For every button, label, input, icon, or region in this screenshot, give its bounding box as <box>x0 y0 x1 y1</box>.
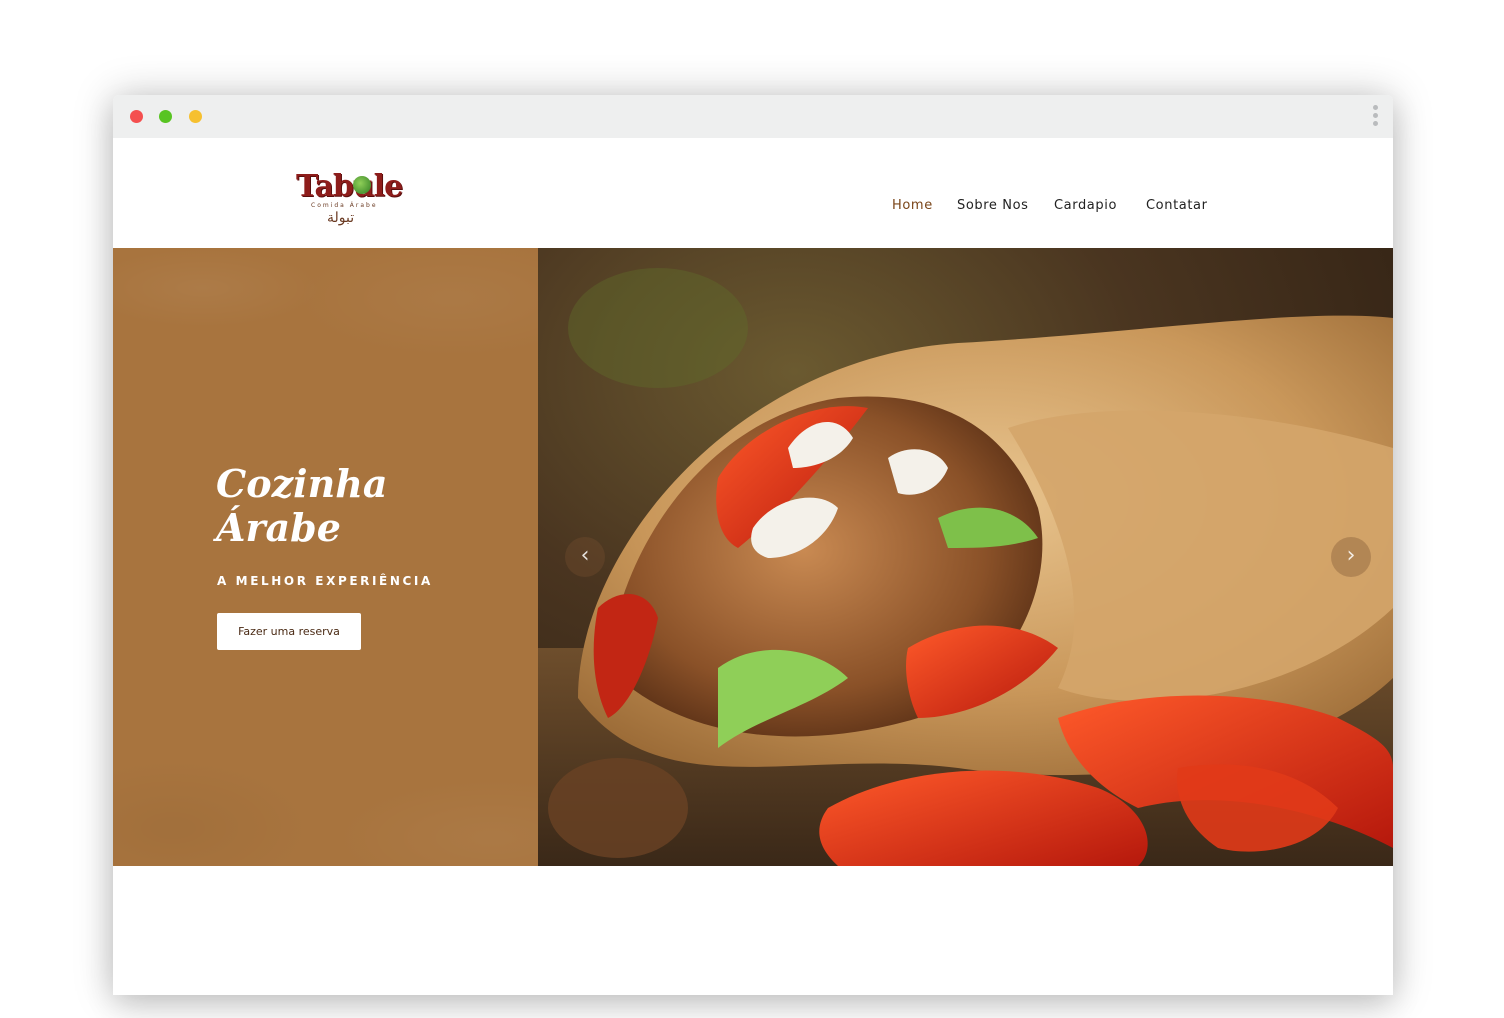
browser-window: Tabule Comida Árabe تبولة Home Sobre Nos… <box>113 95 1393 995</box>
browser-titlebar <box>113 95 1393 138</box>
logo-wordmark: Tabule <box>296 169 403 204</box>
minimize-window-button[interactable] <box>189 110 202 123</box>
carousel-next-button[interactable]: › <box>1331 537 1371 577</box>
shawarma-illustration <box>538 248 1393 866</box>
hero-section: Cozinha Árabe A MELHOR EXPERIÊNCIA Fazer… <box>113 248 1393 866</box>
hero-title: Cozinha Árabe <box>216 461 388 550</box>
reservation-button[interactable]: Fazer uma reserva <box>217 613 361 650</box>
hero-text-panel: Cozinha Árabe A MELHOR EXPERIÊNCIA Fazer… <box>113 248 538 866</box>
logo-leaf-icon <box>353 176 371 194</box>
nav-item-cardapio[interactable]: Cardapio <box>1054 195 1117 217</box>
site-header: Tabule Comida Árabe تبولة Home Sobre Nos… <box>113 138 1393 248</box>
hero-image-shawarma: ‹ › <box>538 248 1393 866</box>
logo-tagline: Comida Árabe <box>311 202 378 209</box>
browser-menu-icon[interactable] <box>1373 105 1379 129</box>
close-window-button[interactable] <box>130 110 143 123</box>
nav-item-sobre-nos[interactable]: Sobre Nos <box>957 195 1029 217</box>
chevron-left-icon: ‹ <box>580 543 590 568</box>
nav-item-contatar[interactable]: Contatar <box>1146 195 1208 217</box>
maximize-window-button[interactable] <box>159 110 172 123</box>
carousel-prev-button[interactable]: ‹ <box>565 537 605 577</box>
logo-arabic: تبولة <box>327 210 355 226</box>
hero-subtitle: A MELHOR EXPERIÊNCIA <box>217 574 433 588</box>
chevron-right-icon: › <box>1346 543 1356 568</box>
site-logo[interactable]: Tabule Comida Árabe تبولة <box>293 172 411 234</box>
nav-item-home[interactable]: Home <box>892 195 933 217</box>
